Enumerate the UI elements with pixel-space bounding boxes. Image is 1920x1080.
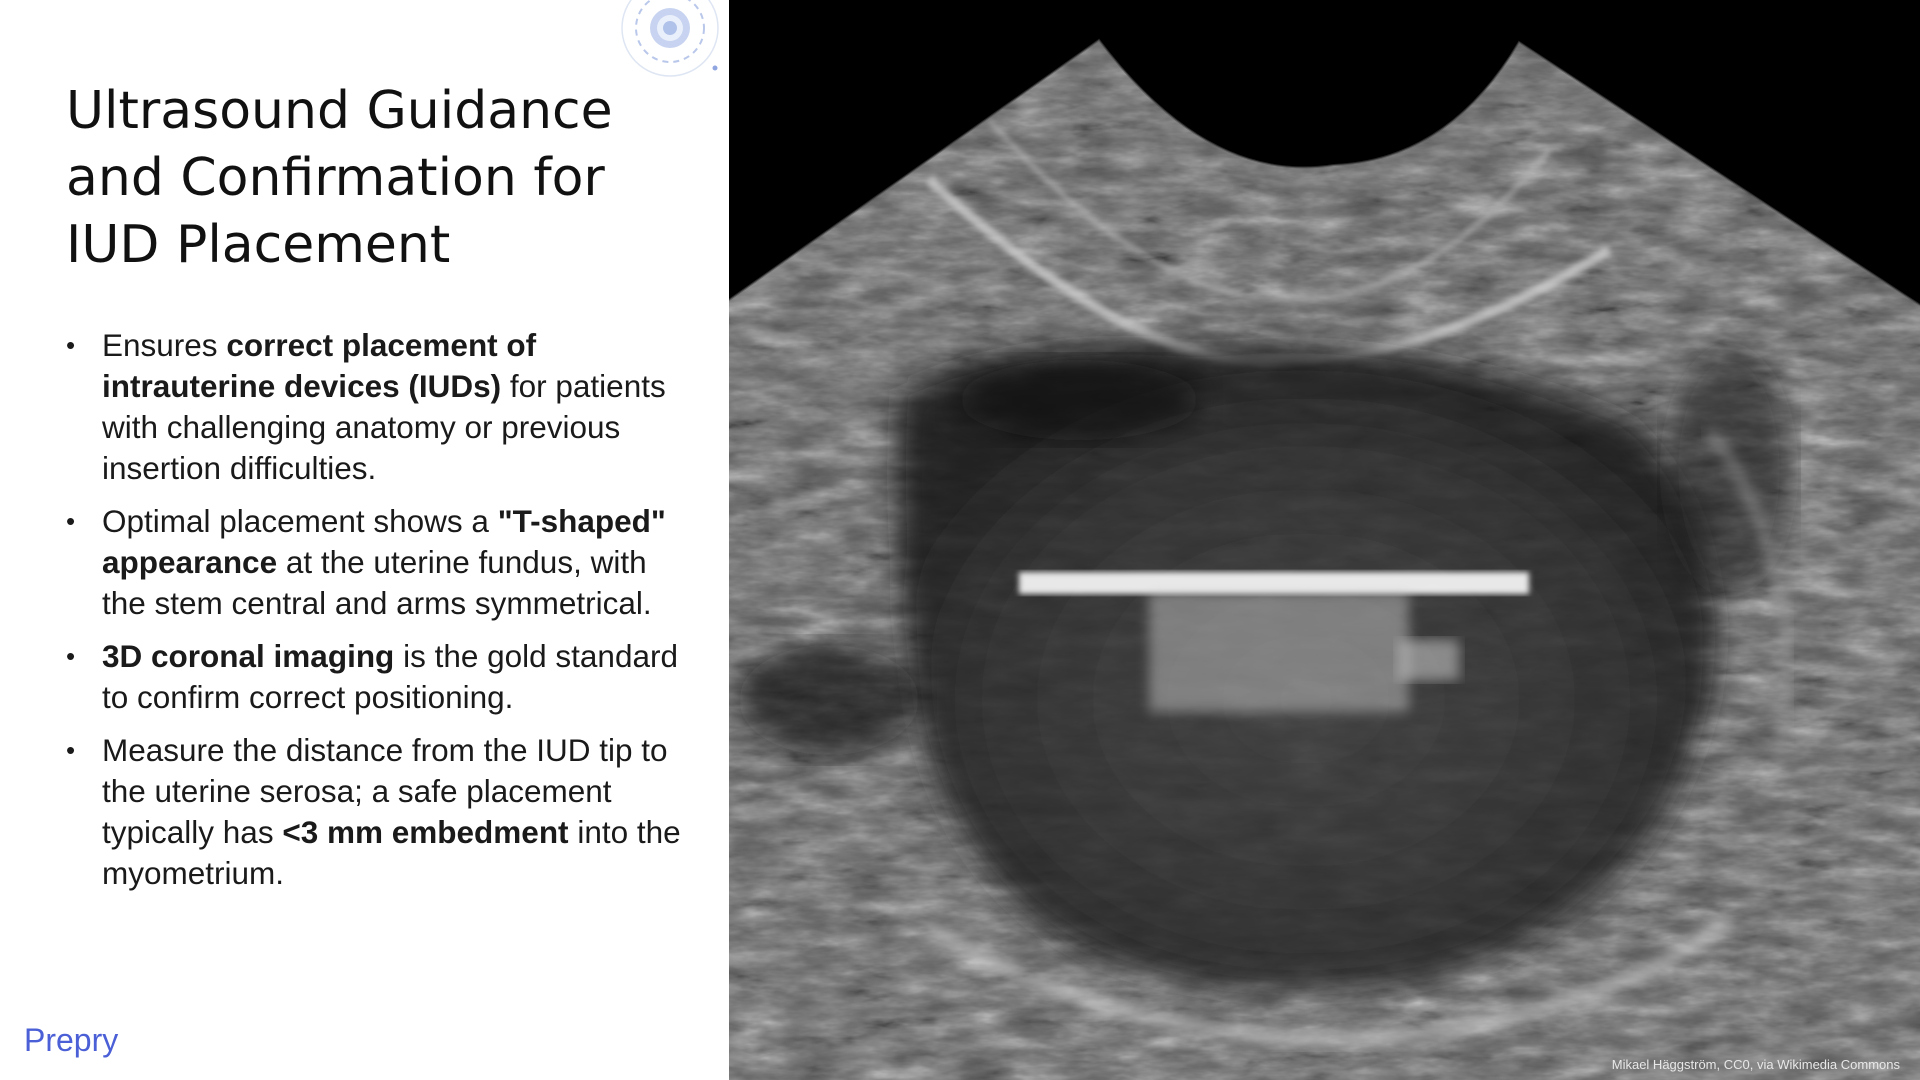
- text-panel: Ultrasound Guidance and Confirmation for…: [0, 0, 729, 1080]
- bullet-text: Optimal placement shows a "T-shaped" app…: [102, 503, 666, 621]
- bullet-text: Ensures correct placement of intrauterin…: [102, 327, 666, 486]
- bullet-text: 3D coronal imaging is the gold standard …: [102, 638, 678, 715]
- bullet-item: • Optimal placement shows a "T-shaped" a…: [66, 501, 696, 624]
- bullet-text: Measure the distance from the IUD tip to…: [102, 732, 681, 891]
- bullet-dot-icon: •: [66, 641, 76, 671]
- bullet-item: • Ensures correct placement of intrauter…: [66, 325, 696, 489]
- slide-title: Ultrasound Guidance and Confirmation for…: [66, 78, 706, 279]
- bullet-item: • Measure the distance from the IUD tip …: [66, 730, 696, 894]
- bullet-dot-icon: •: [66, 506, 76, 536]
- logo-ring-icon: [621, 0, 719, 77]
- title-line: IUD Placement: [66, 215, 451, 275]
- title-line: Ultrasound Guidance: [66, 81, 613, 141]
- bullet-item: • 3D coronal imaging is the gold standar…: [66, 636, 696, 718]
- ultrasound-scan-picture: [729, 0, 1920, 1080]
- image-credit: Mikael Häggström, CC0, via Wikimedia Com…: [1611, 1057, 1900, 1072]
- bullet-dot-icon: •: [66, 735, 76, 765]
- ultrasound-image: Mikael Häggström, CC0, via Wikimedia Com…: [729, 0, 1920, 1080]
- title-line: and Confirmation for: [66, 148, 605, 208]
- brand-logo-text: Prepry: [24, 1022, 119, 1058]
- bullet-list: • Ensures correct placement of intrauter…: [66, 325, 696, 906]
- bullet-dot-icon: •: [66, 330, 76, 360]
